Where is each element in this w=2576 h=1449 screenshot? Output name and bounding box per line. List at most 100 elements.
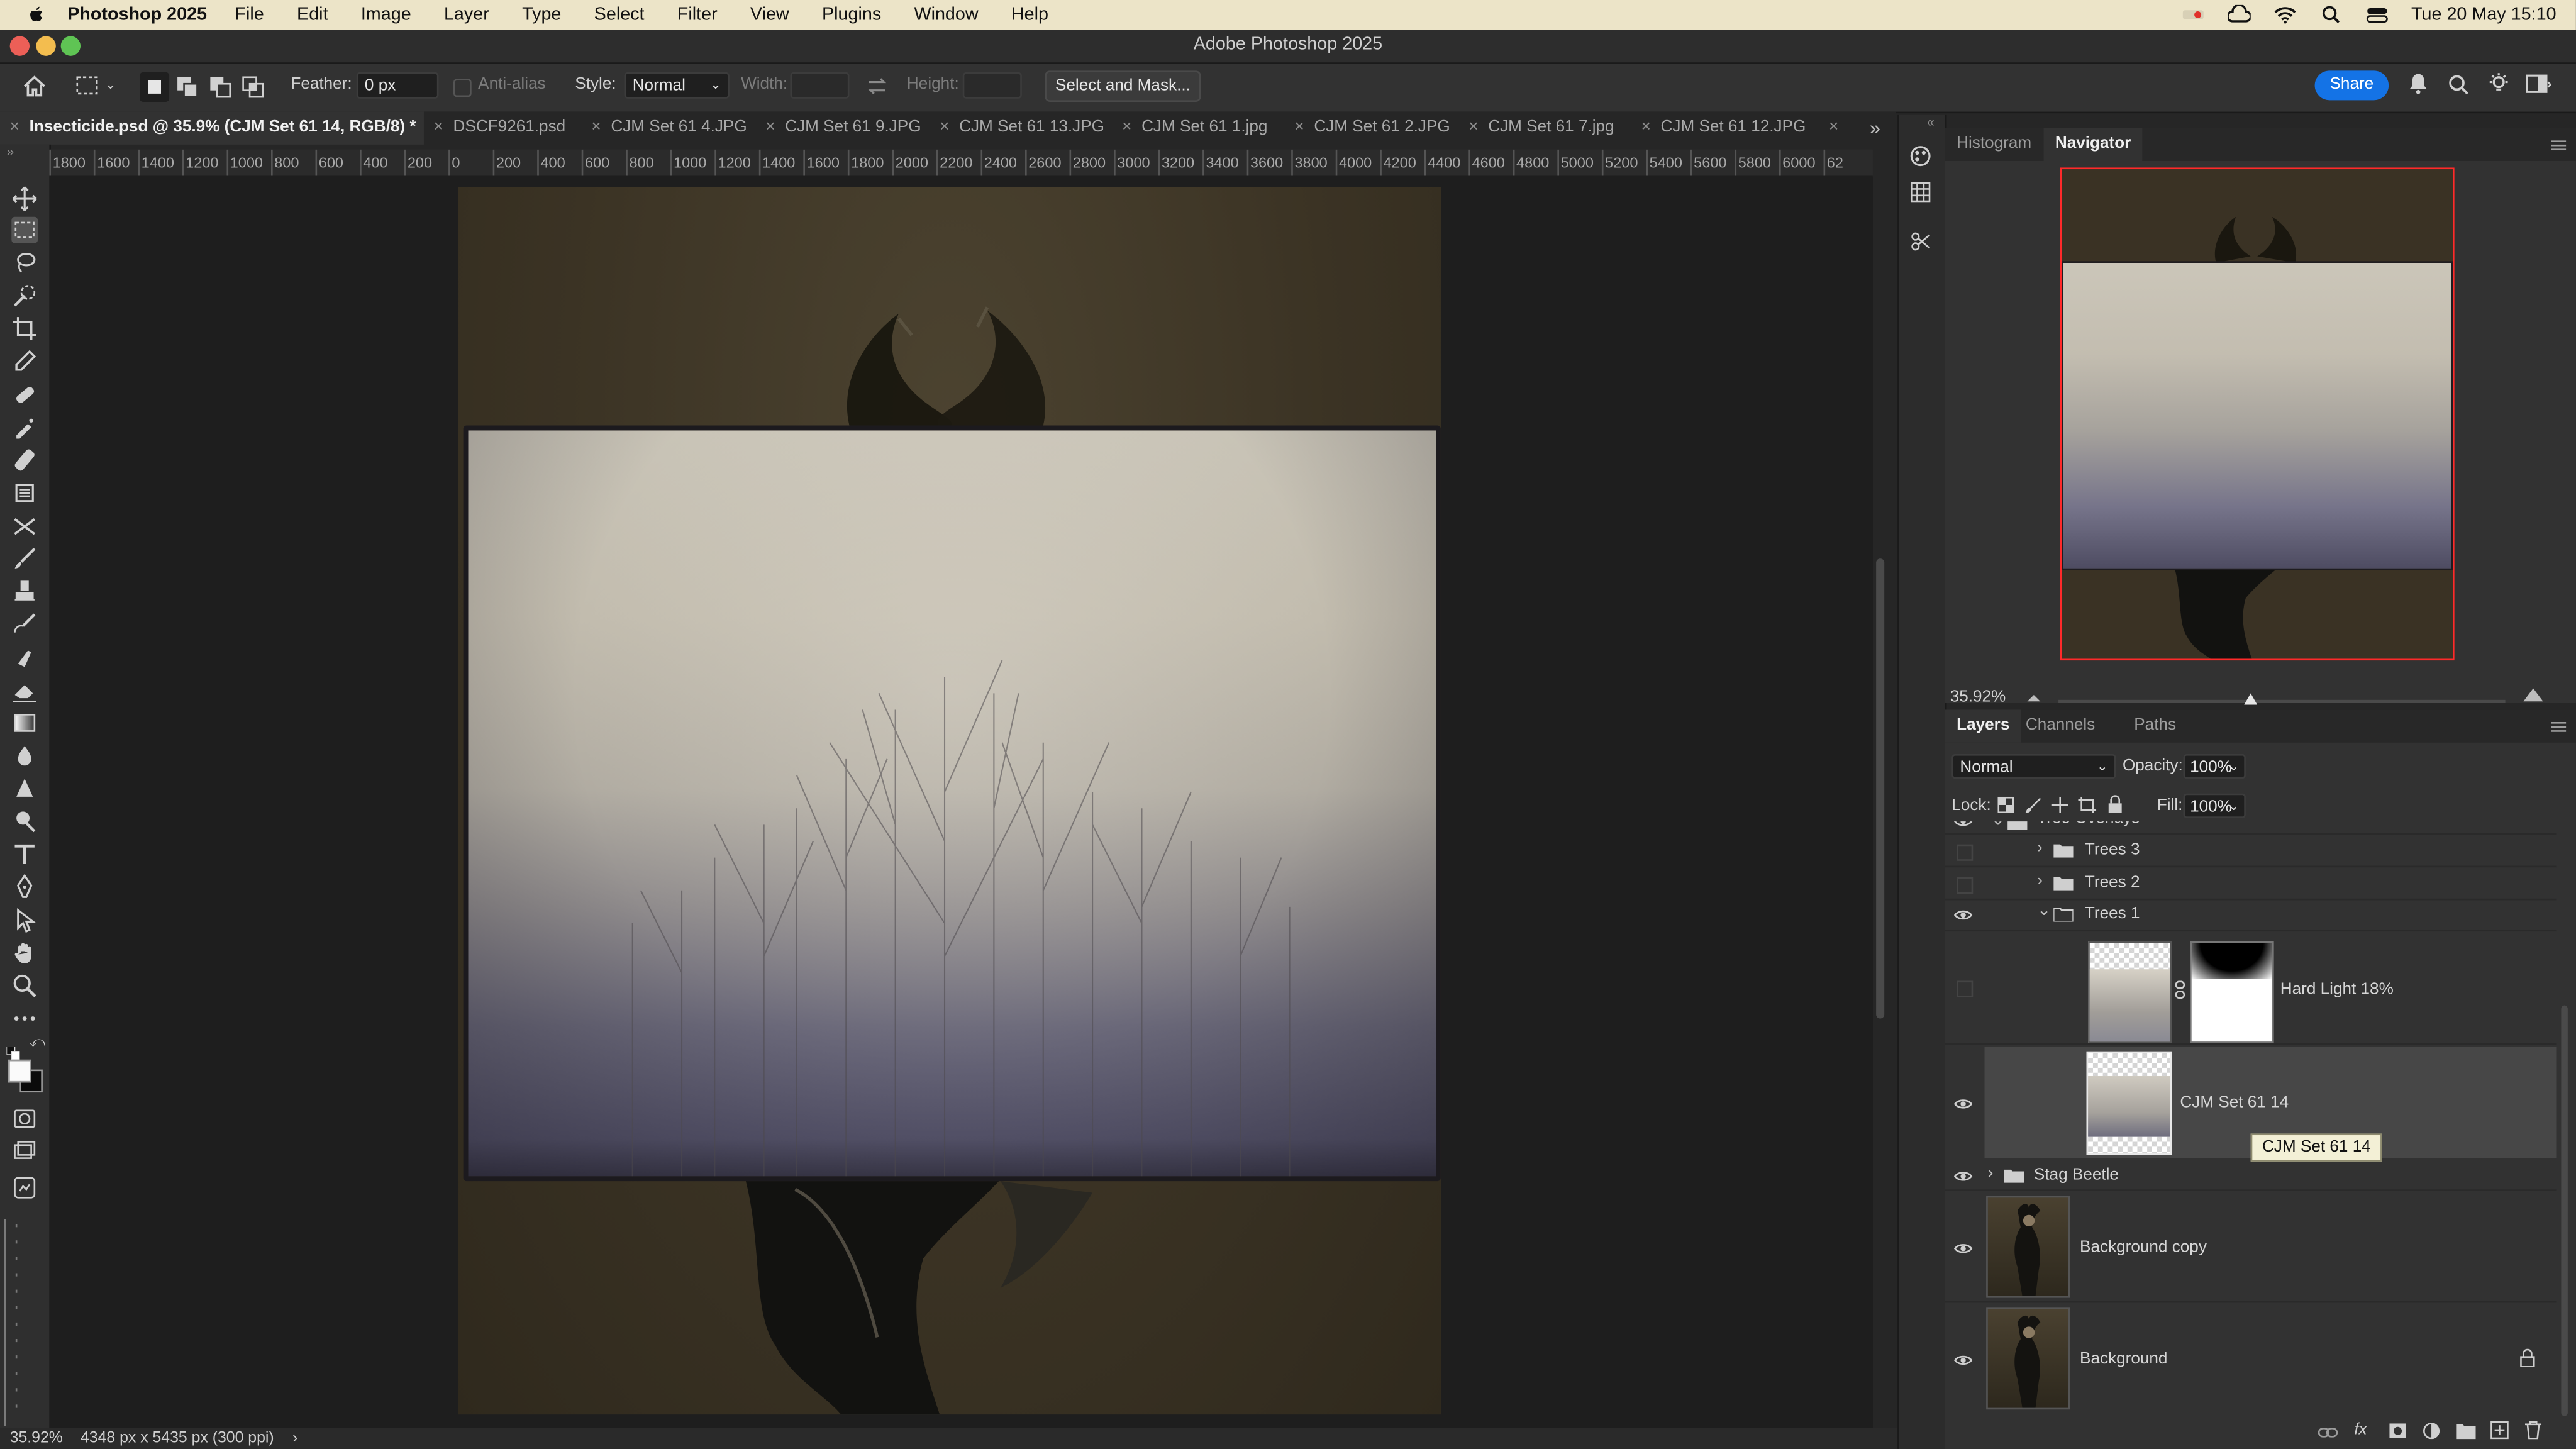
move-tool-icon[interactable] [11, 186, 38, 212]
dodge-tool-icon[interactable] [11, 808, 38, 835]
blend-mode-select[interactable]: Normal ⌄ [1951, 753, 2116, 779]
close-tab-icon[interactable]: × [1641, 118, 1651, 136]
visibility-toggle[interactable] [1957, 844, 1974, 861]
menu-plugins[interactable]: Plugins [822, 5, 881, 25]
navigator-zoom-value[interactable]: 35.92% [1950, 689, 2006, 707]
visibility-eye-icon[interactable] [1953, 1168, 1973, 1184]
visibility-eye-icon[interactable] [1953, 1352, 1973, 1368]
crop-tool-icon[interactable] [11, 316, 38, 342]
layer-row-stag-beetle[interactable]: › Stag Beetle [1945, 1160, 2557, 1191]
tab-paths[interactable]: Paths [2123, 709, 2187, 742]
visibility-eye-icon[interactable] [1953, 907, 1973, 923]
group-expand-chevron-icon[interactable]: › [2037, 872, 2043, 891]
panel-menu-icon[interactable] [2551, 140, 2567, 151]
tab-layers[interactable]: Layers [1945, 709, 2021, 743]
layer-thumbnail[interactable] [2088, 941, 2172, 1043]
layer-row-trees-3[interactable]: › Trees 3 [1945, 835, 2557, 868]
lock-transparent-pixels-icon[interactable] [1997, 796, 2014, 814]
tab-channels[interactable]: Channels [2014, 709, 2107, 742]
lasso-tool-icon[interactable] [11, 250, 38, 276]
home-icon[interactable] [21, 74, 48, 99]
layer-row-background-copy[interactable]: Background copy [1945, 1191, 2557, 1303]
new-selection-button[interactable] [140, 72, 170, 102]
menu-view[interactable]: View [750, 5, 789, 25]
path-selection-tool-icon[interactable] [11, 907, 38, 933]
lock-position-icon[interactable] [2051, 796, 2068, 814]
lock-artboard-icon[interactable] [2078, 796, 2097, 814]
layer-effects-icon[interactable]: fx [2354, 1421, 2367, 1440]
group-expand-chevron-icon[interactable]: › [2037, 840, 2043, 858]
feather-input[interactable]: 0 px [356, 72, 439, 99]
zoom-tool-icon[interactable] [11, 972, 38, 999]
history-brush-icon[interactable] [11, 611, 38, 638]
tab-cjm-set-61-13[interactable]: × CJM Set 61 13.JPG [940, 112, 1104, 145]
menu-type[interactable]: Type [522, 5, 561, 25]
spotlight-search-icon[interactable] [2319, 5, 2343, 25]
canvas-area[interactable] [49, 175, 1873, 1428]
apple-menu-icon[interactable] [25, 3, 48, 26]
marquee-tool-preset-icon[interactable] [75, 75, 99, 95]
layer-row-trees-1[interactable]: ⌄ Trees 1 [1945, 899, 2557, 932]
menu-window[interactable]: Window [914, 5, 978, 25]
group-collapse-chevron-icon[interactable]: ⌄ [2037, 902, 2051, 920]
healing-brush-icon[interactable] [11, 447, 38, 474]
add-mask-icon[interactable] [2389, 1423, 2407, 1439]
status-chevron-icon[interactable]: › [292, 1430, 297, 1448]
layer-mask-thumbnail[interactable] [2190, 941, 2274, 1043]
menu-bar-clock[interactable]: Tue 20 May 15:10 [2411, 5, 2557, 25]
link-layers-icon[interactable] [2318, 1424, 2338, 1441]
menu-file[interactable]: File [235, 5, 264, 25]
swatches-grid-icon[interactable] [1909, 180, 1932, 204]
clone-stamp-tool-icon[interactable] [11, 578, 38, 604]
brush-tool-icon[interactable] [11, 545, 38, 572]
workspace-switcher-icon[interactable] [2525, 74, 2551, 94]
discover-lightbulb-icon[interactable] [2487, 72, 2511, 96]
blur-drop-tool-icon[interactable] [11, 743, 38, 769]
close-tab-icon[interactable]: × [765, 118, 775, 136]
close-tab-icon[interactable]: × [940, 118, 949, 136]
subtract-from-selection-icon[interactable] [209, 75, 232, 99]
menu-image[interactable]: Image [361, 5, 411, 25]
visibility-toggle[interactable] [1957, 877, 1974, 894]
mask-link-icon[interactable] [2175, 980, 2185, 999]
zoom-out-icon[interactable] [2027, 692, 2041, 702]
zoom-in-icon[interactable] [2523, 687, 2543, 702]
rectangular-marquee-tool-icon[interactable] [11, 216, 38, 243]
generative-fill-icon[interactable] [11, 1175, 38, 1201]
opacity-input[interactable]: 100% ⌄ [2183, 753, 2246, 779]
pen-tool-icon[interactable] [11, 874, 38, 901]
background-lock-icon[interactable] [2520, 1348, 2535, 1367]
close-tab-icon[interactable]: × [1294, 118, 1304, 136]
lock-all-icon[interactable] [2107, 795, 2123, 814]
delete-layer-icon[interactable] [2524, 1421, 2542, 1440]
default-colors-icon[interactable] [6, 1038, 21, 1060]
eraser-tool-icon[interactable] [11, 677, 38, 703]
tab-cjm-set-61-9[interactable]: × CJM Set 61 9.JPG [765, 112, 921, 145]
tab-histogram[interactable]: Histogram [1945, 128, 2043, 161]
hand-tool-icon[interactable] [11, 940, 38, 966]
tab-cjm-set-61-2[interactable]: × CJM Set 61 2.JPG [1294, 112, 1450, 145]
status-zoom[interactable]: 35.92% [10, 1430, 63, 1448]
close-tab-icon[interactable]: × [10, 118, 19, 136]
panel-menu-icon[interactable] [2551, 721, 2567, 733]
tab-cjm-set-61-4[interactable]: × CJM Set 61 4.JPG [591, 112, 747, 145]
collapse-dock-icon[interactable]: « [1927, 115, 1935, 130]
tab-navigator[interactable]: Navigator [2043, 128, 2143, 161]
search-icon[interactable] [2448, 74, 2469, 96]
gradient-tool-icon[interactable] [11, 709, 38, 736]
add-to-selection-icon[interactable] [176, 75, 199, 99]
vertical-scrollbar[interactable] [1876, 558, 1885, 1019]
new-layer-icon[interactable] [2490, 1421, 2509, 1440]
layers-scrollbar[interactable] [2561, 1005, 2568, 1416]
opacity-chevron-icon[interactable]: ⌄ [2228, 754, 2240, 779]
navigator-view-box[interactable] [2060, 167, 2455, 661]
layer-row-background[interactable]: Background [1945, 1302, 2557, 1413]
more-tools-icon[interactable] [11, 1006, 38, 1032]
content-aware-move-icon[interactable] [11, 513, 38, 539]
tab-dscf9261[interactable]: × DSCF9261.psd [434, 112, 566, 145]
layer-row-tree-overlays[interactable]: ⌄ Tree Overlays [1945, 821, 2557, 835]
document-canvas[interactable] [458, 187, 1441, 1415]
notifications-bell-icon[interactable] [2408, 72, 2428, 96]
swap-colors-icon[interactable]: ⤺ [30, 1033, 45, 1052]
layer-thumbnail[interactable] [1986, 1307, 2070, 1410]
